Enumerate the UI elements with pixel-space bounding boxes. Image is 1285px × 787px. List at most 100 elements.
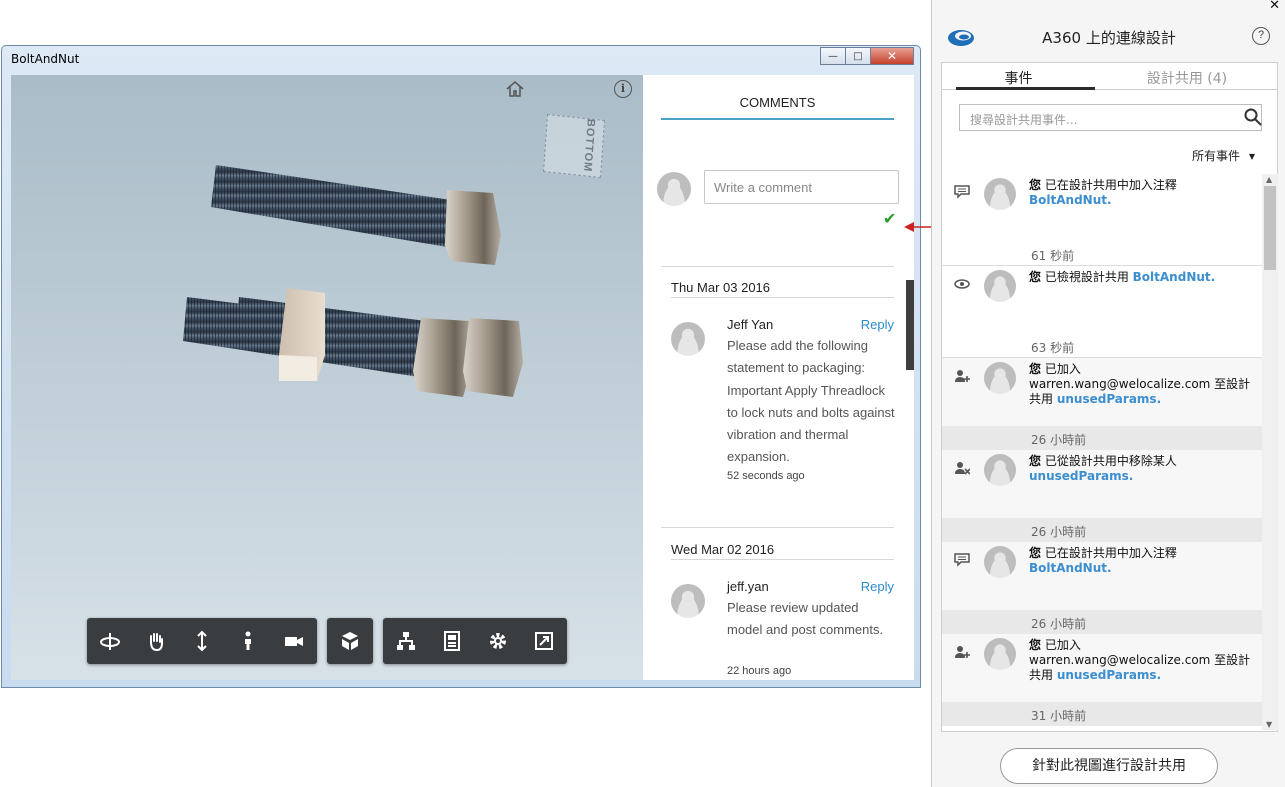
event-list: 您 已在設計共用中加入注釋 BoltAndNut. 61 秒前您 已檢視設計共用 … [942, 174, 1262, 730]
event-filter-label: 所有事件 [1192, 149, 1241, 163]
window-title: BoltAndNut [11, 52, 80, 66]
event-time: 63 秒前 [1031, 341, 1075, 355]
reply-link[interactable]: Reply [861, 579, 894, 594]
window-controls: — □ ✕ [820, 47, 914, 65]
event-message: 已在設計共用中加入注釋 [1041, 178, 1177, 192]
comment-author: jeff.yan [727, 579, 769, 594]
help-icon[interactable]: ? [1252, 27, 1270, 45]
panel-tabs: 事件 設計共用 (4) [941, 62, 1278, 90]
design-link[interactable]: unusedParams [1057, 668, 1157, 682]
camera-icon[interactable] [271, 618, 317, 664]
divider [671, 297, 894, 298]
design-link[interactable]: BoltAndNut [1029, 561, 1107, 575]
model-render [183, 165, 523, 397]
avatar [984, 178, 1016, 210]
share-view-button[interactable]: 針對此視圖進行設計共用 [1000, 748, 1218, 784]
comment-input[interactable]: Write a comment [704, 170, 899, 204]
tab-design-shares[interactable]: 設計共用 (4) [1095, 68, 1279, 88]
event-actor: 您 [1029, 178, 1042, 192]
event-suffix: . [1156, 392, 1162, 406]
pan-icon[interactable] [133, 618, 179, 664]
event-item[interactable]: 您 已從設計共用中移除某人 unusedParams. 26 小時前 [942, 450, 1262, 542]
settings-toolbar [383, 618, 567, 664]
lower-bolt-head-a [413, 318, 473, 397]
add-user-icon [954, 644, 970, 658]
zoom-icon[interactable] [179, 618, 225, 664]
avatar [984, 270, 1016, 302]
event-item[interactable]: 您 已在設計共用中加入注釋 BoltAndNut. 61 秒前 [942, 174, 1262, 266]
event-time: 31 小時前 [1031, 709, 1087, 723]
comment-author: Jeff Yan [727, 317, 774, 332]
navigation-toolbar [87, 618, 317, 664]
settings-icon[interactable] [475, 618, 521, 664]
maximize-button[interactable]: □ [845, 47, 871, 65]
hex-nut-face [279, 355, 317, 381]
orbit-icon[interactable] [87, 618, 133, 664]
upper-bolt-head [445, 190, 501, 265]
event-actor: 您 [1029, 546, 1042, 560]
scroll-up-arrow[interactable]: ▲ [1266, 175, 1272, 184]
design-link[interactable]: BoltAndNut [1133, 270, 1211, 284]
event-suffix: . [1210, 270, 1216, 284]
checkmark-icon[interactable]: ✔ [883, 209, 896, 228]
event-time-bar [942, 610, 1262, 634]
events-scrollbar[interactable]: ▲ ▼ [1262, 174, 1278, 730]
model-browser-icon[interactable] [383, 618, 429, 664]
lower-bolt-head-b [463, 318, 523, 397]
event-filter-dropdown[interactable]: 所有事件 ▼ [1192, 147, 1255, 164]
event-text: 您 已加入 warren.wang@welocalize.com 至設計共用 u… [1029, 638, 1259, 683]
close-button[interactable]: ✕ [870, 47, 914, 65]
comment-author-avatar [671, 322, 705, 356]
comments-scrollbar[interactable] [906, 280, 914, 370]
comments-header: COMMENTS [661, 95, 894, 120]
event-actor: 您 [1029, 362, 1042, 376]
event-time: 26 小時前 [1031, 525, 1087, 539]
event-item[interactable]: 您 已加入 warren.wang@welocalize.com 至設計共用 u… [942, 634, 1262, 726]
a360-panel: ✕ A360 上的連線設計 ? 事件 設計共用 (4) 搜尋設計共用事件... … [931, 0, 1285, 787]
comment-text: Please review updated model and post com… [727, 600, 884, 638]
event-time-bar [942, 702, 1262, 726]
comment-time: 22 hours ago [727, 665, 792, 677]
first-person-icon[interactable] [225, 618, 271, 664]
explode-icon[interactable] [327, 618, 373, 664]
event-time-bar [942, 426, 1262, 450]
explode-toolbar [327, 618, 373, 664]
event-text: 您 已在設計共用中加入注釋 BoltAndNut. [1029, 546, 1259, 576]
event-message: 已檢視設計共用 [1041, 270, 1133, 284]
add-user-icon [954, 368, 970, 382]
comment-date: Thu Mar 03 2016 [671, 280, 771, 295]
event-actor: 您 [1029, 638, 1042, 652]
design-link[interactable]: unusedParams [1029, 469, 1129, 483]
divider [661, 266, 894, 267]
event-item[interactable]: 您 已檢視設計共用 BoltAndNut. 63 秒前 [942, 266, 1262, 358]
comment-icon [954, 184, 970, 199]
avatar [984, 638, 1016, 670]
design-link[interactable]: unusedParams [1057, 392, 1157, 406]
event-suffix: . [1106, 193, 1112, 207]
event-message: 已在設計共用中加入注釋 [1041, 546, 1177, 560]
event-item[interactable]: 您 已加入 warren.wang@welocalize.com 至設計共用 u… [942, 358, 1262, 450]
comment-time: 52 seconds ago [727, 470, 805, 482]
viewer-window: BoltAndNut — □ ✕ i BOTTOM COMMENTS Write… [1, 45, 921, 688]
3d-viewport[interactable]: i BOTTOM [11, 75, 643, 680]
minimize-button[interactable]: — [820, 47, 846, 65]
search-input[interactable]: 搜尋設計共用事件... [959, 104, 1262, 131]
search-icon[interactable] [1244, 108, 1262, 126]
reply-link[interactable]: Reply [861, 317, 894, 332]
comment-icon [954, 552, 970, 567]
upper-bolt-shaft [211, 165, 451, 247]
event-text: 您 已從設計共用中移除某人 unusedParams. [1029, 454, 1259, 484]
design-link[interactable]: BoltAndNut [1029, 193, 1107, 207]
comments-panel: COMMENTS Write a comment ✔ Thu Mar 03 20… [643, 75, 914, 680]
properties-icon[interactable] [429, 618, 475, 664]
close-icon[interactable]: ✕ [1269, 0, 1280, 13]
tab-events[interactable]: 事件 [942, 68, 1095, 88]
fullscreen-icon[interactable] [521, 618, 567, 664]
panel-title: A360 上的連線設計 [1042, 29, 1176, 47]
event-time: 26 小時前 [1031, 433, 1087, 447]
view-icon [954, 276, 970, 290]
event-message: 已從設計共用中移除某人 [1041, 454, 1177, 468]
event-item[interactable]: 您 已在設計共用中加入注釋 BoltAndNut. 26 小時前 [942, 542, 1262, 634]
scroll-down-arrow[interactable]: ▼ [1266, 720, 1272, 729]
scrollbar-thumb[interactable] [1264, 186, 1276, 270]
